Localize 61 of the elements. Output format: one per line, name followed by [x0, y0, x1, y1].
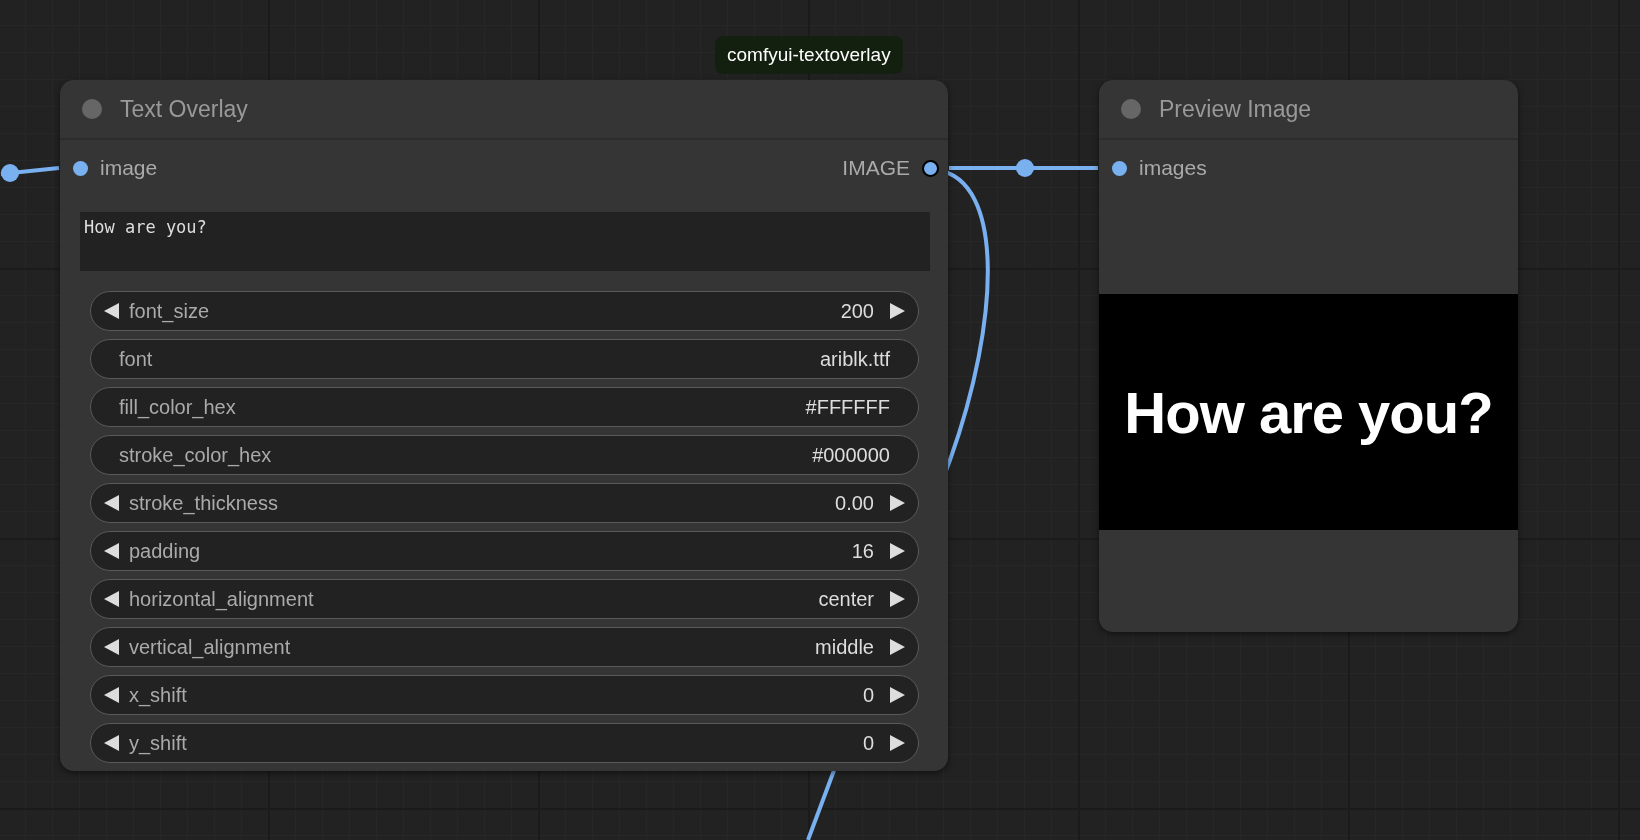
widget-label: padding: [129, 539, 202, 563]
left-arrow-icon[interactable]: [103, 494, 121, 512]
text-widget[interactable]: font ariblk.ttf: [90, 339, 919, 379]
number-widget[interactable]: vertical_alignment middle: [90, 627, 919, 667]
number-widget[interactable]: horizontal_alignment center: [90, 579, 919, 619]
right-arrow-icon[interactable]: [888, 542, 906, 560]
widget-value: middle: [815, 635, 874, 659]
widget-value: 0.00: [835, 491, 874, 515]
number-widget[interactable]: padding 16: [90, 531, 919, 571]
left-arrow-icon[interactable]: [103, 590, 121, 608]
left-arrow-icon[interactable]: [103, 542, 121, 560]
node-header[interactable]: Preview Image: [1099, 80, 1518, 140]
right-arrow-icon[interactable]: [888, 494, 906, 512]
node-header[interactable]: Text Overlay: [60, 80, 948, 140]
widget-label: font: [119, 347, 154, 371]
right-arrow-icon[interactable]: [888, 638, 906, 656]
input-slot-dot[interactable]: [73, 160, 88, 176]
image-text: How are you?: [1124, 378, 1493, 446]
widget-value: 0: [862, 683, 874, 707]
widget-label: font_size: [129, 299, 211, 323]
left-arrow-icon[interactable]: [103, 302, 121, 320]
text-widget[interactable]: fill_color_hex #FFFFFF: [90, 387, 919, 427]
input-slot-dot[interactable]: [1112, 160, 1127, 176]
output-slot-dot[interactable]: [922, 159, 939, 177]
widget-label: stroke_thickness: [129, 491, 279, 515]
widget-label: vertical_alignment: [129, 635, 292, 659]
widget-value: 200: [840, 299, 874, 323]
widget-label: fill_color_hex: [119, 395, 237, 419]
collapse-dot-icon[interactable]: [82, 99, 102, 119]
left-arrow-icon[interactable]: [103, 686, 121, 704]
number-widget[interactable]: stroke_thickness 0.00: [90, 483, 919, 523]
widget-value: ariblk.ttf: [819, 347, 890, 371]
widget-value: #000000: [812, 443, 890, 467]
widget-label: stroke_color_hex: [119, 443, 273, 467]
right-arrow-icon[interactable]: [888, 734, 906, 752]
widget-value: center: [818, 587, 874, 611]
right-arrow-icon[interactable]: [888, 302, 906, 320]
input-label: image: [100, 156, 158, 180]
widget-value: #FFFFFF: [805, 395, 890, 419]
widget-label: x_shift: [129, 683, 188, 707]
left-arrow-icon[interactable]: [103, 638, 121, 656]
node-title: Preview Image: [1159, 95, 1312, 123]
input-label: images: [1139, 156, 1207, 180]
number-widget[interactable]: font_size 200: [90, 291, 919, 331]
collapse-dot-icon[interactable]: [1121, 99, 1141, 119]
node-tooltip: comfyui-textoverlay: [715, 36, 903, 74]
right-arrow-icon[interactable]: [888, 590, 906, 608]
number-widget[interactable]: x_shift 0: [90, 675, 919, 715]
text-widget[interactable]: stroke_color_hex #000000: [90, 435, 919, 475]
widget-label: horizontal_alignment: [129, 587, 315, 611]
widget-value: 0: [862, 731, 874, 755]
widget-label: y_shift: [129, 731, 188, 755]
widget-value: 16: [851, 539, 874, 563]
node-title: Text Overlay: [120, 95, 248, 123]
link-wire[interactable]: [0, 164, 60, 182]
output-label: IMAGE: [842, 156, 910, 180]
number-widget[interactable]: y_shift 0: [90, 723, 919, 763]
link-wire[interactable]: [949, 159, 1098, 177]
text-input-field[interactable]: How are you?: [80, 212, 930, 271]
left-arrow-icon[interactable]: [103, 734, 121, 752]
right-arrow-icon[interactable]: [888, 686, 906, 704]
